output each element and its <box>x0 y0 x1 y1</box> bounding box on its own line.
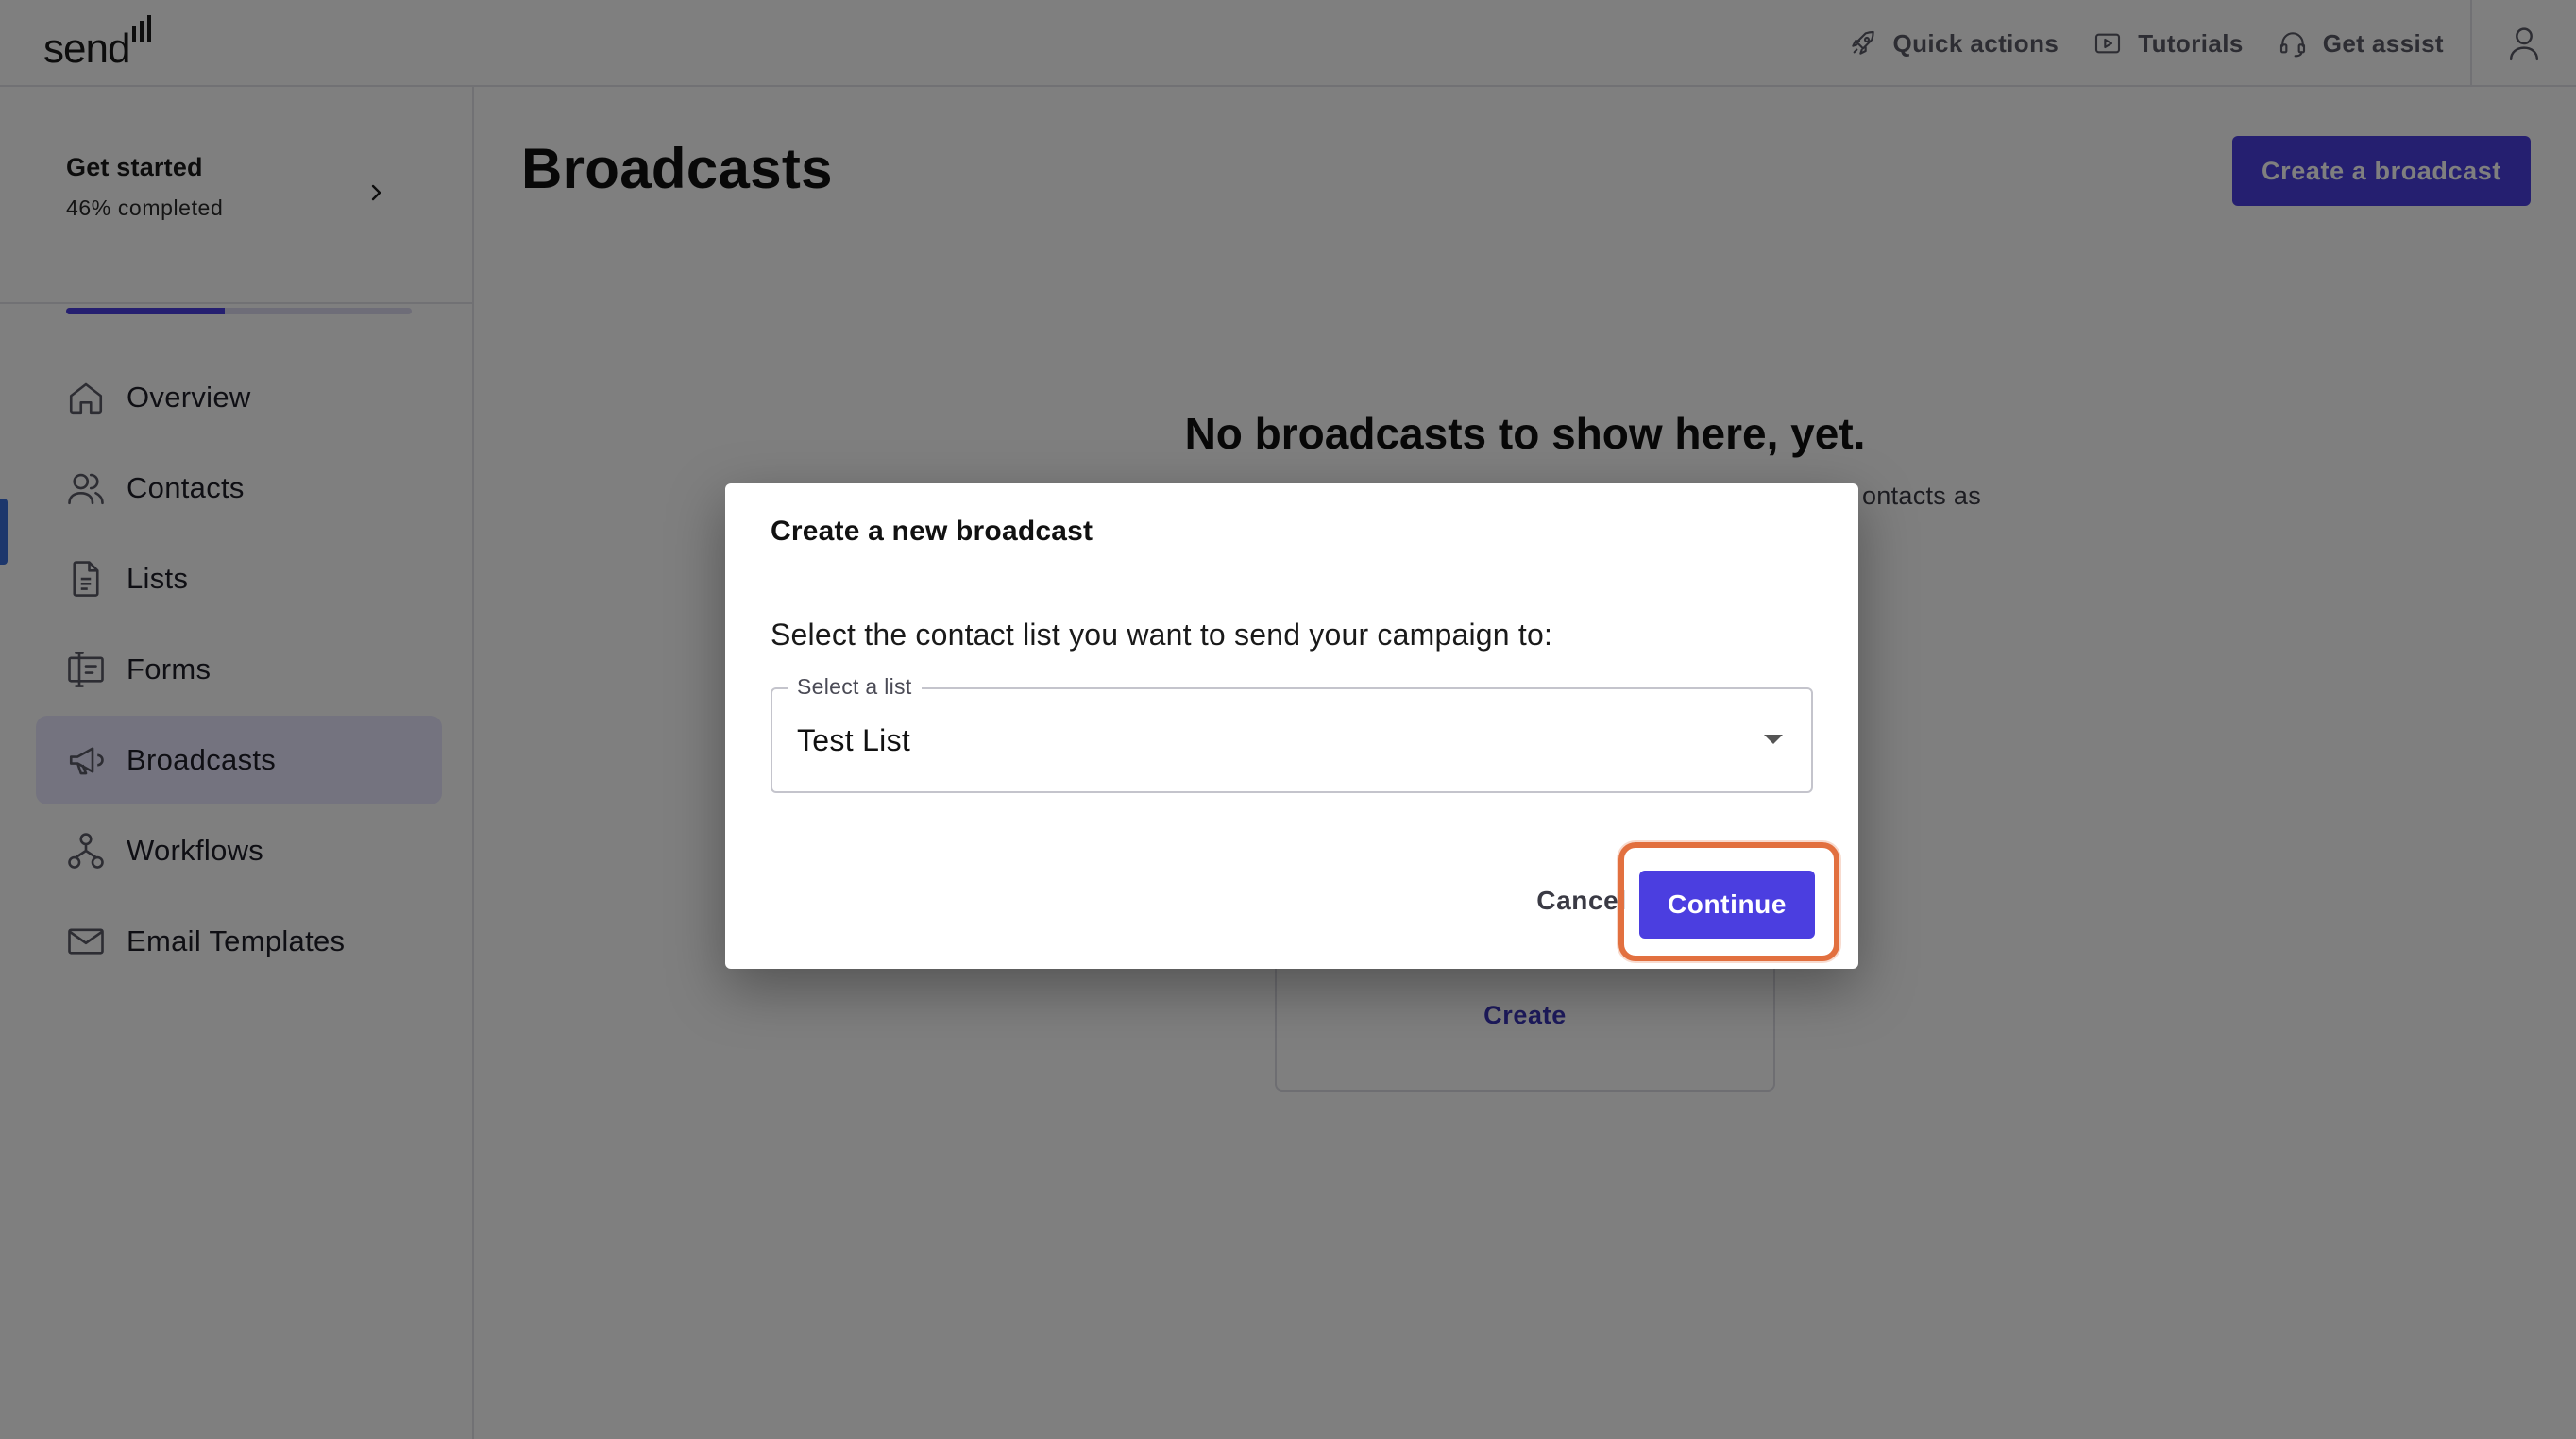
caret-down-icon <box>1764 735 1783 744</box>
continue-button[interactable]: Continue <box>1639 871 1815 939</box>
list-select-value: Test List <box>797 723 911 757</box>
create-broadcast-dialog: Create a new broadcast Select the contac… <box>725 483 1858 969</box>
list-select-label: Select a list <box>788 674 922 700</box>
dialog-title: Create a new broadcast <box>771 516 1093 547</box>
dialog-prompt: Select the contact list you want to send… <box>771 618 1553 652</box>
list-select[interactable]: Select a list Test List <box>771 674 1813 793</box>
